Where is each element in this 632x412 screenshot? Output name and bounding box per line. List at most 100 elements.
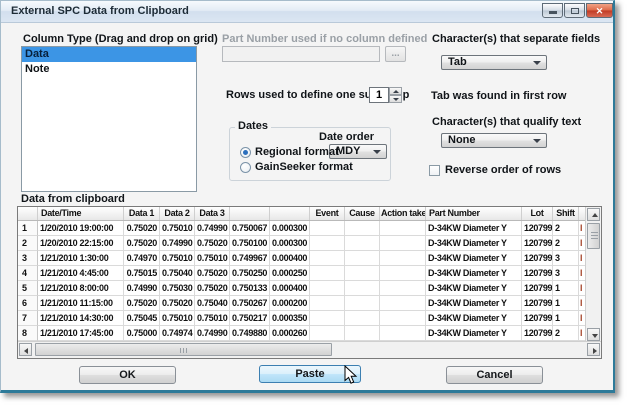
- spin-down-button[interactable]: [389, 95, 402, 103]
- grid-column-header[interactable]: Lot: [522, 207, 553, 220]
- grid-cell[interactable]: 120799: [522, 251, 553, 266]
- grid-cell[interactable]: [310, 266, 345, 281]
- grid-cell[interactable]: 3: [553, 251, 579, 266]
- grid-cell[interactable]: [310, 311, 345, 326]
- scroll-right-button[interactable]: [587, 343, 600, 356]
- grid-cell[interactable]: 0.75010: [160, 251, 195, 266]
- grid-cell[interactable]: 0.74990: [195, 326, 230, 341]
- grid-cell[interactable]: [345, 236, 380, 251]
- grid-cell[interactable]: 1: [553, 296, 579, 311]
- grid-cell[interactable]: 0.749967: [230, 251, 270, 266]
- grid-cell[interactable]: 1/21/2010 17:45:00: [38, 326, 124, 341]
- grid-cell[interactable]: D-34KW Diameter Y: [426, 326, 522, 341]
- grid-cell[interactable]: [345, 251, 380, 266]
- grid-column-header[interactable]: Data 3: [195, 207, 230, 220]
- grid-cell[interactable]: 120799: [522, 221, 553, 236]
- grid-cell[interactable]: 4: [18, 266, 38, 281]
- grid-cell[interactable]: 2: [553, 236, 579, 251]
- grid-cell[interactable]: D-34KW Diameter Y: [426, 266, 522, 281]
- grid-cell[interactable]: 0.75010: [195, 251, 230, 266]
- grid-cell[interactable]: 1/20/2010 19:00:00: [38, 221, 124, 236]
- grid-cell[interactable]: 2: [18, 236, 38, 251]
- grid-cell[interactable]: 6: [18, 296, 38, 311]
- grid-cell[interactable]: 1: [553, 281, 579, 296]
- minimize-button[interactable]: [542, 3, 563, 18]
- grid-column-header[interactable]: [230, 207, 270, 220]
- reverse-rows-label[interactable]: Reverse order of rows: [445, 164, 561, 176]
- grid-cell[interactable]: 8: [18, 326, 38, 341]
- grid-column-header[interactable]: Action taken: [380, 207, 426, 220]
- column-type-listbox[interactable]: Data Note: [21, 46, 197, 192]
- grid-cell[interactable]: 0.000400: [270, 251, 310, 266]
- gainseeker-format-radio[interactable]: [240, 162, 251, 173]
- separator-dropdown[interactable]: Tab: [441, 55, 547, 70]
- spin-up-button[interactable]: [389, 87, 402, 95]
- regional-format-radio[interactable]: [240, 147, 251, 158]
- grid-column-header[interactable]: Shift: [553, 207, 579, 220]
- grid-cell[interactable]: 120799: [522, 266, 553, 281]
- grid-cell[interactable]: [310, 326, 345, 341]
- grid-cell[interactable]: [380, 296, 426, 311]
- grid-cell[interactable]: 0.75040: [195, 296, 230, 311]
- grid-cell[interactable]: D-34KW Diameter Y: [426, 311, 522, 326]
- ok-button[interactable]: OK: [79, 366, 176, 384]
- grid-cell[interactable]: 0.75020: [195, 266, 230, 281]
- maximize-button[interactable]: [564, 3, 585, 18]
- grid-cell[interactable]: 0.749880: [230, 326, 270, 341]
- grid-cell[interactable]: 1/20/2010 22:15:00: [38, 236, 124, 251]
- grid-cell[interactable]: [380, 251, 426, 266]
- grid-cell[interactable]: [310, 296, 345, 311]
- titlebar[interactable]: External SPC Data from Clipboard ✕: [1, 1, 613, 23]
- grid-cell[interactable]: [310, 251, 345, 266]
- grid-cell[interactable]: 0.750133: [230, 281, 270, 296]
- qualifier-dropdown[interactable]: None: [441, 133, 547, 148]
- grid-cell[interactable]: [380, 266, 426, 281]
- grid-cell[interactable]: D-34KW Diameter Y: [426, 251, 522, 266]
- grid-column-header[interactable]: Event: [310, 207, 345, 220]
- grid-cell[interactable]: 0.000260: [270, 326, 310, 341]
- grid-cell[interactable]: 120799: [522, 236, 553, 251]
- grid-cell[interactable]: 0.75020: [124, 236, 160, 251]
- grid-cell[interactable]: 0.000350: [270, 311, 310, 326]
- vertical-scrollbar[interactable]: [585, 207, 601, 342]
- grid-cell[interactable]: 0.75020: [195, 236, 230, 251]
- grid-cell[interactable]: [345, 266, 380, 281]
- grid-cell[interactable]: 0.750100: [230, 236, 270, 251]
- grid-cell[interactable]: [380, 326, 426, 341]
- grid-cell[interactable]: 120799: [522, 326, 553, 341]
- grid-cell[interactable]: 0.000300: [270, 221, 310, 236]
- grid-cell[interactable]: D-34KW Diameter Y: [426, 296, 522, 311]
- reverse-rows-checkbox[interactable]: [429, 165, 440, 176]
- grid-cell[interactable]: 5: [18, 281, 38, 296]
- scroll-up-button[interactable]: [587, 208, 600, 221]
- grid-column-header[interactable]: Cause: [345, 207, 380, 220]
- vertical-scroll-thumb[interactable]: [587, 223, 600, 249]
- grid-cell[interactable]: [345, 326, 380, 341]
- grid-cell[interactable]: [310, 236, 345, 251]
- scroll-left-button[interactable]: [19, 343, 32, 356]
- grid-cell[interactable]: 2: [553, 221, 579, 236]
- horizontal-scroll-thumb[interactable]: [35, 343, 332, 356]
- clipboard-data-grid[interactable]: Date/TimeData 1Data 2Data 3EventCauseAct…: [17, 206, 602, 359]
- grid-cell[interactable]: 0.75010: [160, 221, 195, 236]
- scroll-down-button[interactable]: [587, 328, 600, 341]
- grid-cell[interactable]: [310, 281, 345, 296]
- grid-cell[interactable]: 0.000200: [270, 296, 310, 311]
- grid-cell[interactable]: 120799: [522, 296, 553, 311]
- grid-cell[interactable]: 1/21/2010 1:30:00: [38, 251, 124, 266]
- grid-cell[interactable]: D-34KW Diameter Y: [426, 236, 522, 251]
- grid-cell[interactable]: 120799: [522, 311, 553, 326]
- grid-cell[interactable]: 0.75030: [160, 281, 195, 296]
- grid-cell[interactable]: 0.750067: [230, 221, 270, 236]
- grid-cell[interactable]: [380, 311, 426, 326]
- horizontal-scrollbar[interactable]: [18, 341, 601, 358]
- grid-cell[interactable]: [345, 221, 380, 236]
- gainseeker-format-label[interactable]: GainSeeker format: [255, 161, 353, 173]
- grid-cell[interactable]: 0.750217: [230, 311, 270, 326]
- grid-cell[interactable]: 3: [553, 266, 579, 281]
- grid-column-header[interactable]: Data 2: [160, 207, 195, 220]
- grid-cell[interactable]: 0.74970: [124, 251, 160, 266]
- paste-button[interactable]: Paste: [259, 365, 361, 383]
- grid-cell[interactable]: [345, 296, 380, 311]
- grid-cell[interactable]: 1/21/2010 11:15:00: [38, 296, 124, 311]
